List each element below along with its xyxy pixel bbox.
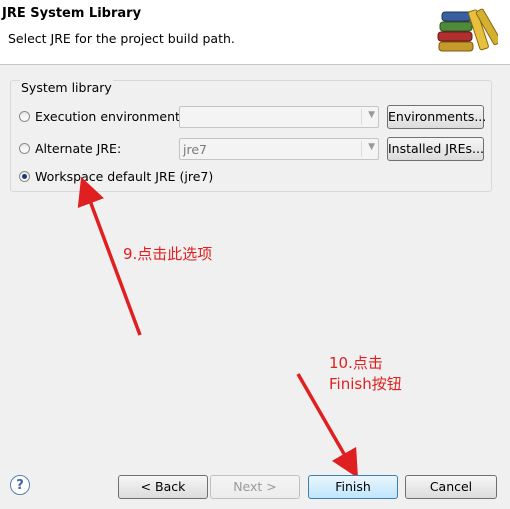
finish-button[interactable]: Finish: [308, 475, 398, 499]
step10-annotation-line2: Finish按钮: [329, 375, 402, 393]
step9-annotation: 9.点击此选项: [123, 245, 213, 263]
step10-annotation-line1: 10.点击: [329, 354, 383, 372]
back-button[interactable]: < Back: [118, 475, 208, 499]
cancel-button[interactable]: Cancel: [405, 475, 497, 499]
annotation-arrows: [77, 176, 358, 479]
next-button[interactable]: Next >: [210, 475, 300, 499]
help-icon[interactable]: ?: [10, 475, 30, 495]
